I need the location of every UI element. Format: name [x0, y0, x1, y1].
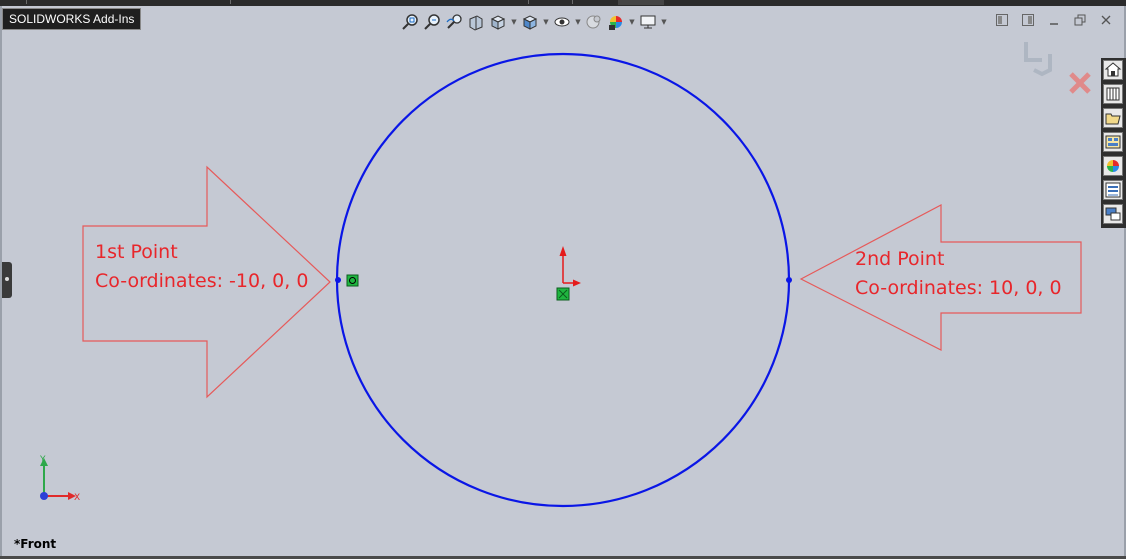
confirmation-corner	[1020, 40, 1100, 100]
hide-show-dropdown-icon[interactable]: ▼	[574, 12, 582, 32]
second-point-marker[interactable]	[786, 277, 792, 283]
coincident-relation-icon[interactable]	[346, 274, 359, 287]
zoom-to-area-icon[interactable]	[422, 12, 442, 32]
appearances-scenes-icon[interactable]	[1103, 156, 1123, 176]
sketch-origin-icon	[559, 246, 581, 287]
view-orientation-icon[interactable]	[488, 12, 508, 32]
triad-x-label: X	[74, 493, 80, 503]
view-settings-dropdown-icon[interactable]: ▼	[660, 12, 668, 32]
zoom-to-fit-icon[interactable]	[400, 12, 420, 32]
task-pane-tabs	[1101, 58, 1126, 228]
view-orientation-dropdown-icon[interactable]: ▼	[510, 12, 518, 32]
heads-up-view-toolbar: ▼ ▼ ▼ ▼ ▼	[400, 10, 668, 34]
graphics-area[interactable]: 1st Point Co-ordinates: -10, 0, 0 2nd Po…	[0, 0, 1126, 559]
view-orientation-label: *Front	[14, 537, 57, 551]
reference-triad[interactable]: Y X	[30, 452, 90, 512]
edit-appearance-icon[interactable]	[584, 12, 604, 32]
apply-scene-icon[interactable]	[606, 12, 626, 32]
solidworks-add-ins-tab[interactable]: SOLIDWORKS Add-Ins	[2, 8, 142, 30]
second-point-annotation: 2nd Point Co-ordinates: 10, 0, 0	[855, 245, 1062, 303]
custom-properties-icon[interactable]	[1103, 180, 1123, 200]
cancel-sketch-icon[interactable]	[1069, 72, 1091, 94]
minimize-icon[interactable]	[1046, 12, 1062, 28]
second-point-coordinates: Co-ordinates: 10, 0, 0	[855, 277, 1062, 299]
fixed-relation-icon[interactable]	[556, 287, 570, 301]
section-view-icon[interactable]	[466, 12, 486, 32]
first-point-marker[interactable]	[335, 277, 341, 283]
second-point-title: 2nd Point	[855, 248, 945, 270]
tile-right-icon[interactable]	[1020, 12, 1036, 28]
view-palette-icon[interactable]	[1103, 132, 1123, 152]
feature-manager-collapse-handle[interactable]	[2, 262, 12, 298]
solidworks-resources-icon[interactable]	[1103, 60, 1123, 80]
file-explorer-icon[interactable]	[1103, 108, 1123, 128]
first-point-title: 1st Point	[95, 241, 178, 263]
hide-show-items-icon[interactable]	[552, 12, 572, 32]
design-library-icon[interactable]	[1103, 84, 1123, 104]
triad-y-label: Y	[39, 455, 46, 465]
display-style-dropdown-icon[interactable]: ▼	[542, 12, 550, 32]
window-controls	[994, 12, 1114, 28]
display-style-icon[interactable]	[520, 12, 540, 32]
restore-icon[interactable]	[1072, 12, 1088, 28]
view-settings-icon[interactable]	[638, 12, 658, 32]
first-point-coordinates: Co-ordinates: -10, 0, 0	[95, 270, 309, 292]
apply-scene-dropdown-icon[interactable]: ▼	[628, 12, 636, 32]
close-icon[interactable]	[1098, 12, 1114, 28]
first-point-annotation: 1st Point Co-ordinates: -10, 0, 0	[95, 238, 308, 296]
exit-sketch-icon[interactable]	[1024, 42, 1052, 77]
solidworks-forum-icon[interactable]	[1103, 204, 1123, 224]
tile-left-icon[interactable]	[994, 12, 1010, 28]
previous-view-icon[interactable]	[444, 12, 464, 32]
